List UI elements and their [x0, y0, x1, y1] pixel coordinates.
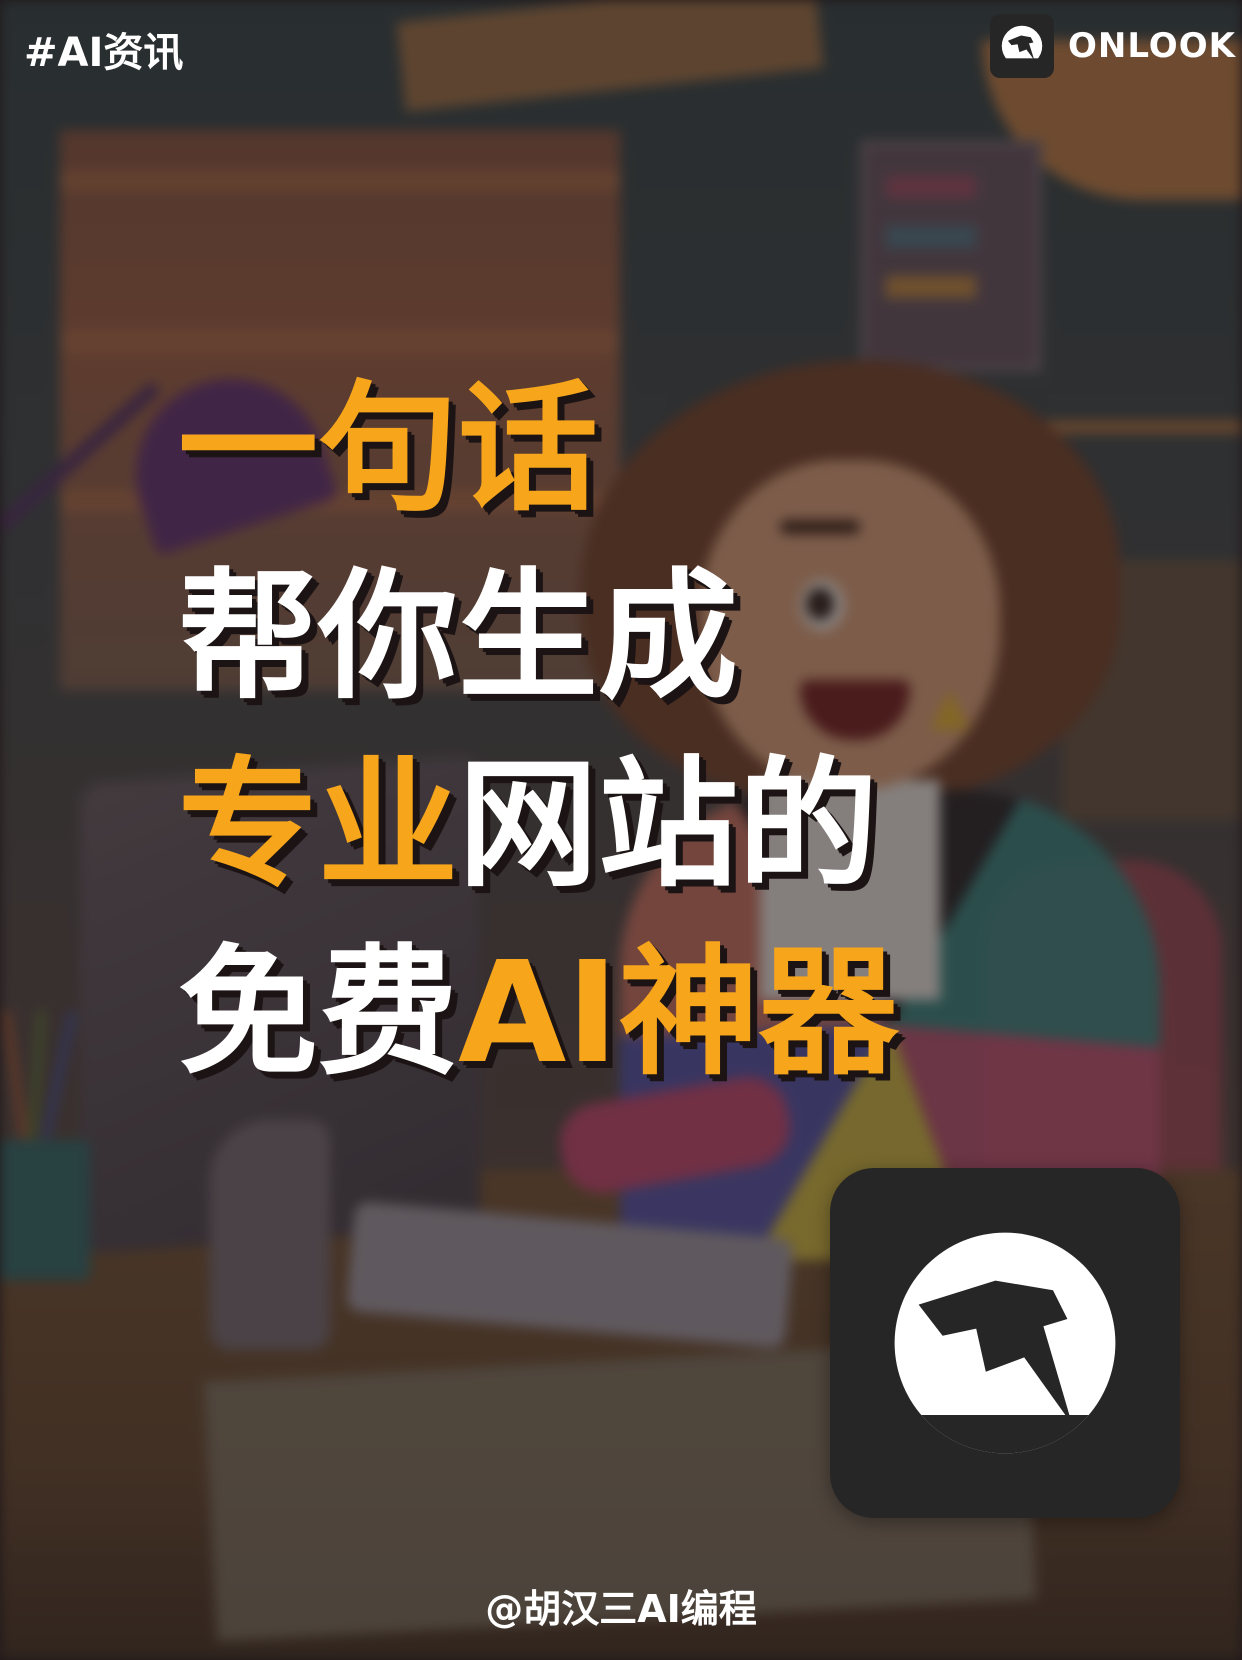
author-credit: @胡汉三AI编程: [485, 1587, 757, 1631]
brand-header: ONLOOK: [990, 14, 1236, 78]
onlook-app-icon: [830, 1168, 1180, 1518]
headline-line-1: 一句话: [178, 380, 898, 520]
onlook-mark-icon: [894, 1232, 1116, 1454]
headline-line-3-text: 网站的: [458, 744, 879, 907]
headline-line-2: 帮你生成: [178, 568, 898, 708]
headline-line-4-accent: AI神器: [458, 932, 899, 1095]
headline-line-1-accent: 一句话: [178, 368, 599, 531]
cover-page: #AI资讯 ONLOOK 一句话 帮你生成 专业网站的 免费AI神器 @胡汉三A…: [0, 0, 1242, 1660]
headline-line-3-accent: 专业: [178, 744, 459, 907]
brand-name: ONLOOK: [1068, 26, 1236, 66]
onlook-logo-icon: [990, 14, 1054, 78]
headline: 一句话 帮你生成 专业网站的 免费AI神器: [178, 380, 898, 1132]
topic-tag: #AI资讯: [24, 30, 184, 76]
headline-line-2-text: 帮你生成: [178, 556, 739, 719]
headline-line-4-text: 免费: [178, 932, 459, 1095]
headline-line-3: 专业网站的: [178, 756, 898, 896]
headline-line-4: 免费AI神器: [178, 944, 898, 1084]
